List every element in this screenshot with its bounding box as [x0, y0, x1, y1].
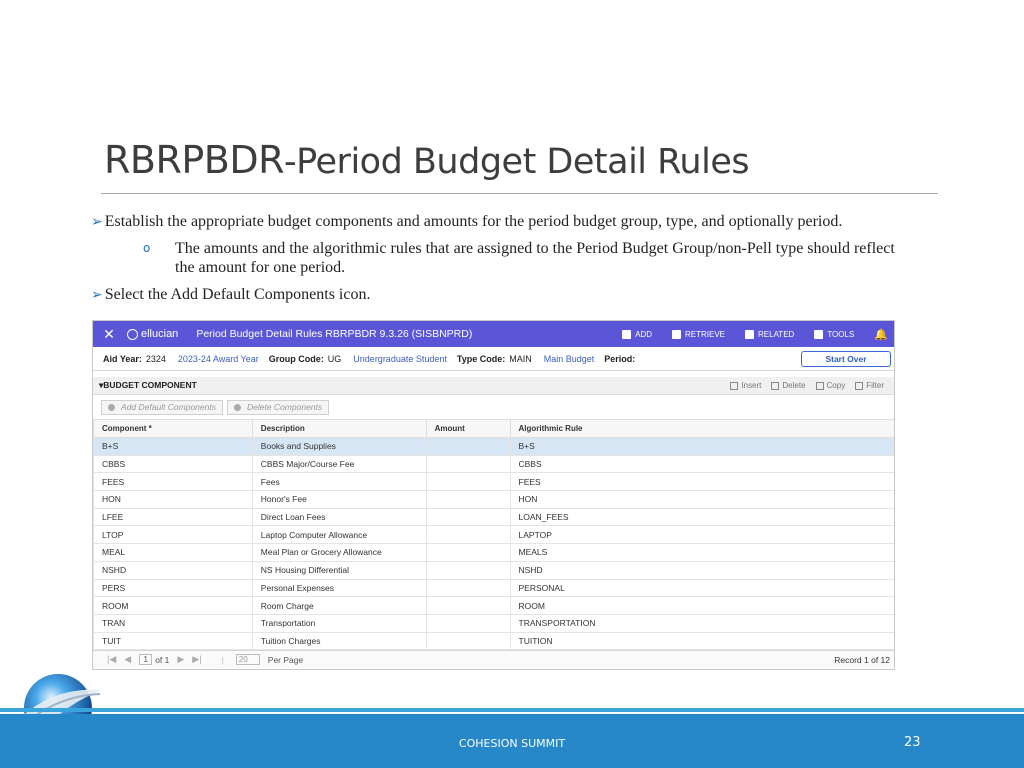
table-header: Component * Description Amount Algorithm…: [93, 419, 894, 438]
type-code-value: MAIN: [509, 353, 532, 364]
circle-bullet-icon: o: [143, 241, 151, 255]
component-table: Component * Description Amount Algorithm…: [93, 419, 894, 651]
ellucian-logo-icon: [127, 328, 138, 340]
bell-icon[interactable]: 🔔: [874, 328, 888, 341]
filter-icon: [855, 381, 864, 390]
gear-icon: [814, 329, 824, 339]
copy-button[interactable]: Copy: [815, 381, 845, 390]
related-icon: [745, 329, 754, 339]
related-button[interactable]: RELATED: [745, 329, 794, 339]
page-count: of 1: [155, 654, 170, 665]
footer-accent-line: [0, 708, 1024, 712]
banner-window: ✕ ellucian Period Budget Detail Rules RB…: [92, 320, 895, 670]
table-row[interactable]: MEAL Meal Plan or Grocery Allowance MEALS: [93, 543, 894, 562]
arrow-bullet-icon: ➢: [91, 288, 103, 303]
table-row[interactable]: LTOP Laptop Computer Allowance LAPTOP: [93, 525, 894, 545]
delete-button[interactable]: Delete: [771, 381, 806, 390]
close-icon[interactable]: ✕: [99, 326, 119, 343]
period-label: Period:: [604, 353, 636, 364]
key-block: Aid Year: 2324 2023-24 Award Year Group …: [93, 347, 894, 371]
last-page-icon[interactable]: ▶|: [192, 654, 201, 665]
table-row[interactable]: TUIT Tuition Charges TUITION: [93, 631, 894, 651]
group-code-desc: Undergraduate Student: [353, 353, 447, 364]
budget-component-section[interactable]: ▾BUDGET COMPONENT Insert Delete Copy Fil…: [93, 377, 894, 395]
table-row[interactable]: LFEE Direct Loan Fees LOAN_FEES: [93, 507, 894, 527]
insert-icon: [730, 381, 739, 390]
section-title: ▾BUDGET COMPONENT: [99, 380, 197, 390]
pager-separator: |: [221, 654, 224, 665]
add-default-components-button[interactable]: Add Default Components: [101, 399, 223, 415]
next-page-icon[interactable]: ▶: [177, 654, 184, 665]
start-over-button[interactable]: Start Over: [801, 350, 891, 367]
app-header: ✕ ellucian Period Budget Detail Rules RB…: [93, 321, 894, 347]
add-icon: [622, 329, 632, 339]
pagination-bar: |◀ ◀ 1 of 1 ▶ ▶| | 20 Per Page Record 1 …: [93, 650, 894, 669]
prev-page-icon[interactable]: ◀: [124, 654, 131, 665]
per-page-label: Per Page: [267, 654, 304, 665]
record-count: Record 1 of 12: [834, 654, 890, 665]
insert-button[interactable]: Insert: [730, 381, 761, 390]
group-code-value: UG: [327, 353, 342, 364]
title-divider: [101, 193, 938, 194]
table-row[interactable]: TRAN Transportation TRANSPORTATION: [93, 613, 894, 633]
table-row[interactable]: FEES Fees FEES: [93, 472, 894, 492]
retrieve-icon: [671, 329, 681, 339]
user-icon: [233, 403, 241, 411]
table-row[interactable]: ROOM Room Charge ROOM: [93, 596, 894, 615]
delete-components-button[interactable]: Delete Components: [226, 399, 330, 415]
title-main: RBRPBDR: [104, 138, 285, 182]
type-code-desc: Main Budget: [543, 353, 595, 364]
bullet-select: ➢ Select the Add Default Components icon.: [91, 286, 371, 303]
col-algorithmic-rule[interactable]: Algorithmic Rule: [509, 419, 894, 438]
table-row[interactable]: NSHD NS Housing Differential NSHD: [93, 560, 894, 580]
col-amount[interactable]: Amount: [425, 419, 511, 438]
filter-button[interactable]: Filter: [855, 381, 884, 390]
col-description[interactable]: Description: [251, 419, 427, 438]
table-row[interactable]: B+S Books and Supplies B+S: [93, 437, 894, 456]
aid-year-label: Aid Year:: [103, 353, 142, 364]
ellucian-logo: ellucian: [127, 328, 178, 340]
first-page-icon[interactable]: |◀: [107, 654, 116, 665]
slide-title: RBRPBDR-Period Budget Detail Rules: [104, 138, 750, 182]
section-tools: Insert Delete Copy Filter: [730, 381, 894, 390]
bullet-amounts: The amounts and the algorithmic rules th…: [175, 240, 895, 276]
retrieve-button[interactable]: RETRIEVE: [671, 329, 725, 339]
tools-button[interactable]: TOOLS: [814, 329, 854, 339]
header-actions: ADD RETRIEVE RELATED TOOLS 🔔: [602, 328, 888, 341]
bullet-establish: ➢ Establish the appropriate budget compon…: [91, 213, 843, 230]
aid-year-desc: 2023-24 Award Year: [177, 353, 259, 364]
delete-icon: [771, 381, 780, 390]
title-rest: -Period Budget Detail Rules: [284, 142, 750, 182]
table-row[interactable]: PERS Personal Expenses PERSONAL: [93, 578, 894, 598]
copy-icon: [815, 381, 824, 390]
col-component[interactable]: Component *: [93, 419, 253, 438]
page-number: 23: [904, 735, 921, 750]
add-button[interactable]: ADD: [622, 329, 652, 339]
aid-year-value: 2324: [145, 353, 166, 364]
table-row[interactable]: HON Honor's Fee HON: [93, 490, 894, 509]
footer-text: COHESION SUMMIT: [458, 737, 566, 750]
user-icon: [108, 403, 115, 411]
page-number-input[interactable]: 1: [139, 654, 153, 666]
per-page-select[interactable]: 20: [235, 654, 260, 666]
component-button-row: Add Default Components Delete Components: [93, 395, 894, 419]
type-code-label: Type Code:: [456, 353, 506, 364]
window-title: Period Budget Detail Rules RBRPBDR 9.3.2…: [196, 328, 473, 340]
table-row[interactable]: CBBS CBBS Major/Course Fee CBBS: [93, 454, 894, 474]
arrow-bullet-icon: ➢: [91, 215, 103, 230]
group-code-label: Group Code:: [268, 353, 324, 364]
